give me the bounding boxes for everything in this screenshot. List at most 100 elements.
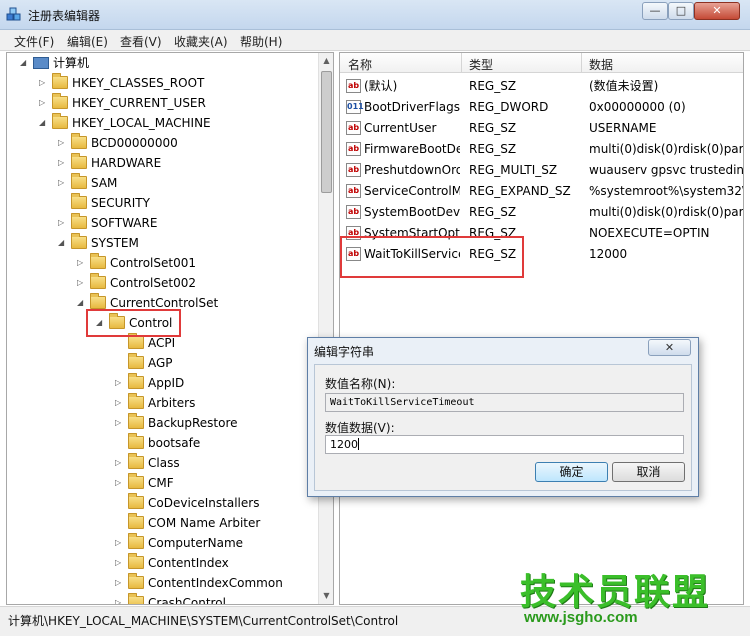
folder-icon [71,213,87,229]
menu-help[interactable]: 帮助(H) [240,33,282,50]
tree-node[interactable]: ▷ HKEY_CLASSES_ROOT [39,73,204,93]
value-row[interactable]: abSystemBootDevice REG_SZ multi(0)disk(0)r… [340,202,743,223]
tree-node[interactable]: ▷ HARDWARE [58,153,162,173]
folder-icon [90,293,106,309]
folder-icon [128,373,144,389]
tree-node-label: ContentIndexCommon [148,576,283,590]
menu-favorites[interactable]: 收藏夹(A) [174,33,228,50]
minimize-button[interactable]: — [642,2,668,20]
expand-icon[interactable]: ▷ [58,153,68,173]
tree-node[interactable]: ◢ HKEY_LOCAL_MACHINE [39,113,211,133]
expand-icon[interactable]: ▷ [115,553,125,573]
expand-icon[interactable]: ▷ [58,133,68,153]
folder-icon [128,393,144,409]
tree-root[interactable]: ◢ 计算机 [20,53,89,73]
folder-icon [128,513,144,529]
value-type: REG_SZ [469,142,517,156]
expand-icon[interactable]: ▷ [115,593,125,604]
tree-node[interactable]: ▷ BackupRestore [115,413,238,433]
tree-node-label: ContentIndex [148,556,229,570]
value-row[interactable]: ab CurrentUser REG_SZ USERNAME [340,118,743,139]
value-row[interactable]: abServiceControlManagerExtension REG_EXPA… [340,181,743,202]
expand-icon[interactable]: ▷ [77,273,87,293]
folder-icon [128,333,144,349]
tree-node[interactable]: ▷ HKEY_CURRENT_USER [39,93,206,113]
expand-icon[interactable]: ▷ [115,393,125,413]
tree-node[interactable]: AGP [128,353,173,373]
column-type[interactable]: 类型 [469,56,493,73]
tree-node[interactable]: ▷ AppID [115,373,184,393]
tree-node[interactable]: ▷ Class [115,453,180,473]
value-data-label: 数值数据(V): [325,421,395,435]
tree-node[interactable]: SECURITY [71,193,150,213]
tree-node[interactable]: ▷ SAM [58,173,117,193]
tree-node[interactable]: ▷ BCD00000000 [58,133,178,153]
tree-node[interactable]: ▷ CrashControl [115,593,226,604]
tree-node[interactable]: ▷ ControlSet002 [77,273,196,293]
watermark-text: 技术员联盟 [520,572,711,613]
tree-node[interactable]: bootsafe [128,433,200,453]
cancel-button[interactable]: 取消 [612,462,685,482]
menu-view[interactable]: 查看(V) [120,33,162,50]
tree-node-label: SOFTWARE [91,216,158,230]
tree-node[interactable]: ▷ CMF [115,473,174,493]
folder-icon [128,553,144,569]
tree-node[interactable]: ▷ ControlSet001 [77,253,196,273]
expand-icon[interactable]: ▷ [115,373,125,393]
expand-icon[interactable]: ▷ [58,173,68,193]
maximize-button[interactable]: □ [668,2,694,20]
menu-file[interactable]: 文件(F) [14,33,54,50]
tree-node[interactable]: ◢ SYSTEM [58,233,139,253]
tree-node-label: Class [148,456,180,470]
close-button[interactable]: ✕ [694,2,740,20]
value-row[interactable]: abPreshutdownOrder REG_MULTI_SZ wuauserv g… [340,160,743,181]
value-row[interactable]: ab (默认) REG_SZ (数值未设置) [340,76,743,97]
expand-icon[interactable]: ▷ [39,73,49,93]
column-data[interactable]: 数据 [589,56,613,73]
folder-icon [128,593,144,604]
menu-edit[interactable]: 编辑(E) [67,33,108,50]
tree-node[interactable]: ▷ ContentIndex [115,553,229,573]
tree-node[interactable]: ▷ SOFTWARE [58,213,158,233]
folder-icon [128,353,144,369]
registry-tree[interactable]: ◢ 计算机 ▷ HKEY_CLASSES_ROOT ▷ HKEY_CURRENT_US… [6,52,334,605]
tree-node[interactable]: COM Name Arbiter [128,513,260,533]
values-list[interactable]: 名称 类型 数据 ab (默认) REG_SZ (数值未设置) 011 BootDrive… [339,52,744,605]
folder-icon [52,113,68,129]
tree-node-label: Arbiters [148,396,196,410]
regedit-app-icon [6,7,21,21]
scroll-down-icon[interactable]: ▼ [319,588,333,604]
expand-icon[interactable]: ▷ [115,413,125,433]
tree-node-label: CoDeviceInstallers [148,496,260,510]
value-data-input[interactable]: 1200 [325,435,684,454]
value-data: 12000 [589,247,628,261]
scroll-up-icon[interactable]: ▲ [319,53,333,69]
collapse-icon[interactable]: ◢ [39,113,49,133]
tree-node-label: COM Name Arbiter [148,516,261,530]
dialog-close-button[interactable]: ✕ [648,339,691,356]
expand-icon[interactable]: ▷ [115,473,125,493]
expand-icon[interactable]: ▷ [77,253,87,273]
tree-node[interactable]: ▷ Arbiters [115,393,196,413]
expand-icon[interactable]: ▷ [115,573,125,593]
tree-node[interactable]: ▷ ComputerName [115,533,243,553]
text-caret [358,438,359,450]
column-name[interactable]: 名称 [348,56,372,73]
tree-node-label: HARDWARE [91,156,162,170]
expand-icon[interactable]: ▷ [39,93,49,113]
tree-node[interactable]: CoDeviceInstallers [128,493,259,513]
collapse-icon[interactable]: ◢ [20,53,30,73]
value-row[interactable]: abFirmwareBootDevice REG_SZ multi(0)disk(0… [340,139,743,160]
tree-node-label: HKEY_CURRENT_USER [72,96,206,110]
value-row[interactable]: 011 BootDriverFlags REG_DWORD 0x00000000 (0… [340,97,743,118]
value-name: ServiceControlManagerExtension [364,184,460,198]
expand-icon[interactable]: ▷ [115,453,125,473]
collapse-icon[interactable]: ◢ [58,233,68,253]
expand-icon[interactable]: ▷ [58,213,68,233]
scroll-thumb[interactable] [321,71,332,193]
string-value-icon: ab [346,163,361,177]
tree-scrollbar[interactable]: ▲ ▼ [318,53,333,604]
expand-icon[interactable]: ▷ [115,533,125,553]
ok-button[interactable]: 确定 [535,462,608,482]
tree-node[interactable]: ▷ ContentIndexCommon [115,573,283,593]
